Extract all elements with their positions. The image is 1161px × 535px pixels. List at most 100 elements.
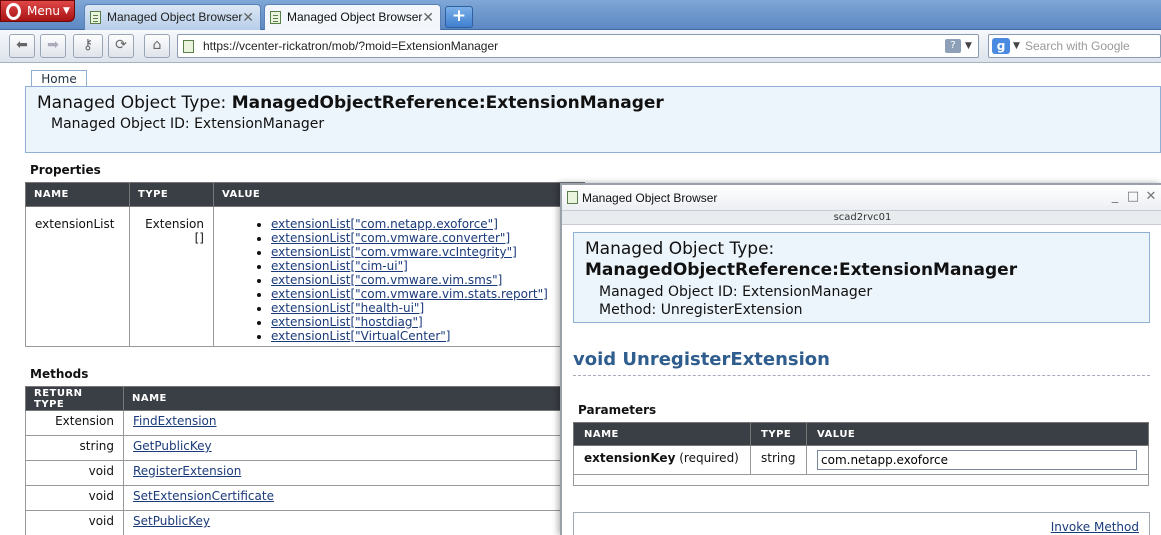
page-icon xyxy=(567,191,578,204)
chevron-down-icon[interactable]: ▼ xyxy=(1013,35,1020,57)
extension-link[interactable]: extensionList["com.vmware.converter"] xyxy=(271,231,510,245)
browser-tab-1[interactable]: Managed Object Browser ✕ xyxy=(84,4,261,30)
menu-label: Menu xyxy=(27,4,60,18)
home-link[interactable]: Home xyxy=(31,70,87,87)
chevron-down-icon: ▼ xyxy=(63,6,70,16)
method-cell: SetPublicKey xyxy=(123,510,585,535)
popup-method-label: Method: xyxy=(599,302,657,318)
param-qualifier: (required) xyxy=(679,451,739,465)
list-item: extensionList["com.netapp.exoforce"] xyxy=(271,217,584,231)
invoke-section: Invoke Method xyxy=(573,512,1150,535)
popup-type-label: Managed Object Type: xyxy=(585,239,775,259)
list-item: extensionList["com.vmware.vim.sms"] xyxy=(271,273,584,287)
col-name: NAME xyxy=(25,182,130,207)
param-name: extensionKey (required) xyxy=(573,445,751,475)
col-return-type: RETURN TYPE xyxy=(25,386,124,411)
google-icon[interactable]: g xyxy=(992,38,1010,54)
popup-id-value: ExtensionManager xyxy=(742,284,873,300)
parameters-title: Parameters xyxy=(578,403,657,417)
extension-link[interactable]: extensionList["cim-ui"] xyxy=(271,259,408,273)
table-row: string GetPublicKey xyxy=(25,435,585,461)
close-icon[interactable]: ✕ xyxy=(1143,188,1159,206)
list-item: extensionList["hostdiag"] xyxy=(271,315,584,329)
popup-status: scad2rvc01 xyxy=(562,211,1161,225)
browser-tab-bar: Menu ▼ Managed Object Browser ✕ Managed … xyxy=(0,0,1161,31)
extension-link[interactable]: extensionList["com.netapp.exoforce"] xyxy=(271,217,498,231)
browser-menu-button[interactable]: Menu ▼ xyxy=(0,0,75,22)
minimize-icon[interactable]: _ xyxy=(1107,188,1123,206)
extension-link[interactable]: extensionList["VirtualCenter"] xyxy=(271,329,450,343)
parameters-table: NAME TYPE VALUE extensionKey (required) … xyxy=(573,422,1149,486)
param-name-text: extensionKey xyxy=(584,451,676,465)
col-type: TYPE xyxy=(129,182,214,207)
home-button[interactable]: ⌂ xyxy=(144,34,170,58)
col-name: NAME xyxy=(573,422,751,446)
search-box[interactable]: g ▼ Search with Google xyxy=(988,34,1161,58)
table-row: extensionKey (required) string xyxy=(573,445,1149,475)
extension-link[interactable]: extensionList["health-ui"] xyxy=(271,301,424,315)
col-name: NAME xyxy=(123,386,585,411)
list-item: extensionList["cim-ui"] xyxy=(271,259,584,273)
page-icon xyxy=(270,11,281,24)
object-id: Managed Object ID: ExtensionManager xyxy=(51,116,324,132)
new-tab-button[interactable]: + xyxy=(445,6,473,28)
address-bar[interactable]: https://vcenter-rickatron/mob/?moid=Exte… xyxy=(177,34,979,58)
invoke-method-link[interactable]: Invoke Method xyxy=(1051,520,1139,534)
method-link[interactable]: SetExtensionCertificate xyxy=(133,489,274,503)
method-return-type: void xyxy=(25,485,124,511)
popup-title-bar[interactable]: Managed Object Browser _ □ ✕ xyxy=(562,185,1161,211)
properties-title: Properties xyxy=(30,163,101,177)
close-icon[interactable]: ✕ xyxy=(422,5,434,29)
browser-tab-2[interactable]: Managed Object Browser ✕ xyxy=(264,4,441,31)
method-cell: GetPublicKey xyxy=(123,435,585,461)
wand-key-icon[interactable]: ⚷ xyxy=(73,34,103,58)
popup-method-value: UnregisterExtension xyxy=(660,302,803,318)
tab-label: Managed Object Browser xyxy=(107,10,243,24)
maximize-icon[interactable]: □ xyxy=(1125,188,1141,206)
address-url[interactable]: https://vcenter-rickatron/mob/?moid=Exte… xyxy=(203,35,498,57)
object-type-value: ManagedObjectReference:ExtensionManager xyxy=(231,93,664,113)
table-row: Extension FindExtension xyxy=(25,410,585,436)
forward-button[interactable]: ➡ xyxy=(40,34,66,58)
method-link[interactable]: GetPublicKey xyxy=(133,439,212,453)
popup-type-value: ManagedObjectReference:ExtensionManager xyxy=(585,260,1018,280)
list-item: extensionList["com.vmware.vcIntegrity"] xyxy=(271,245,584,259)
popup-id-label: Managed Object ID: xyxy=(599,284,738,300)
close-icon[interactable]: ✕ xyxy=(242,5,254,29)
extension-link[interactable]: extensionList["com.vmware.vim.sms"] xyxy=(271,273,502,287)
page-icon xyxy=(90,11,101,24)
method-return-type: void xyxy=(25,510,124,535)
popup-method: Method: UnregisterExtension xyxy=(599,302,803,318)
methods-table: RETURN TYPE NAME Extension FindExtension s… xyxy=(25,386,585,535)
site-info-icon[interactable]: ? xyxy=(945,39,961,53)
search-input[interactable]: Search with Google xyxy=(1025,35,1130,57)
properties-table: NAME TYPE VALUE extensionList Extension … xyxy=(25,182,585,347)
table-row: void SetPublicKey xyxy=(25,510,585,535)
extension-key-input[interactable] xyxy=(817,450,1137,470)
reload-button[interactable]: ⟳ xyxy=(108,34,134,58)
chevron-down-icon[interactable]: ▼ xyxy=(965,35,972,57)
method-link[interactable]: SetPublicKey xyxy=(133,514,210,528)
col-value: VALUE xyxy=(806,422,1149,446)
object-header: Managed Object Type: ManagedObjectRefere… xyxy=(25,86,1161,153)
table-row: void RegisterExtension xyxy=(25,460,585,486)
prop-value: extensionList["com.netapp.exoforce"]exte… xyxy=(213,206,585,347)
extension-link[interactable]: extensionList["com.vmware.vim.stats.repo… xyxy=(271,287,548,301)
method-link[interactable]: RegisterExtension xyxy=(133,464,241,478)
method-signature: void UnregisterExtension xyxy=(573,349,830,370)
list-item: extensionList["health-ui"] xyxy=(271,301,584,315)
table-row: void SetExtensionCertificate xyxy=(25,485,585,511)
param-type: string xyxy=(750,445,807,475)
method-return-type: Extension xyxy=(25,410,124,436)
method-link[interactable]: FindExtension xyxy=(133,414,217,428)
opera-logo-icon xyxy=(6,3,21,20)
extension-link[interactable]: extensionList["com.vmware.vcIntegrity"] xyxy=(271,245,517,259)
method-return-type: void xyxy=(25,460,124,486)
extension-list: extensionList["com.netapp.exoforce"]exte… xyxy=(271,217,584,343)
popup-id: Managed Object ID: ExtensionManager xyxy=(599,284,872,300)
extension-link[interactable]: extensionList["hostdiag"] xyxy=(271,315,423,329)
prop-name: extensionList xyxy=(25,206,130,347)
back-button[interactable]: ⬅ xyxy=(9,34,35,58)
popup-object-header: Managed Object Type: ManagedObjectRefere… xyxy=(573,232,1150,323)
prop-type: Extension [] xyxy=(129,206,214,347)
